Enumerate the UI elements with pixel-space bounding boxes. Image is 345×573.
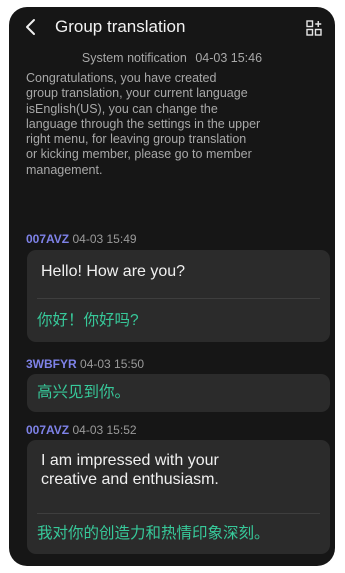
group-menu-icon[interactable]: [306, 20, 322, 36]
page-title: Group translation: [55, 17, 186, 36]
notice-line: group translation, your current language: [26, 86, 248, 101]
message-meta: 007AVZ 04-03 15:49: [26, 232, 137, 246]
notice-line: language through the settings in the upp…: [26, 116, 261, 131]
system-notification-time: 04-03 15:46: [195, 51, 263, 65]
message-time: 04-03 15:49: [72, 232, 137, 246]
notice-line: right menu, for leaving group translatio…: [26, 132, 247, 147]
message-time: 04-03 15:52: [72, 423, 137, 437]
system-notification-meta: System notification 04-03 15:46: [9, 51, 335, 65]
sender-name[interactable]: 007AVZ: [26, 423, 69, 437]
message-text: I am impressed with your creative and en…: [27, 440, 330, 513]
translation-text: 我对你的创造力和热情印象深刻。: [37, 525, 270, 542]
sender-name[interactable]: 3WBFYR: [26, 357, 77, 371]
top-bar: Group translation: [9, 7, 335, 47]
chevron-left-icon[interactable]: [23, 18, 41, 36]
translation-text: 你好！你好吗?: [37, 312, 139, 329]
system-notification-text: Congratulations, you have created group …: [26, 71, 326, 178]
notice-line: management.: [26, 162, 103, 177]
message-line: Hello! How are you?: [41, 263, 186, 280]
message-bubble[interactable]: I am impressed with your creative and en…: [27, 440, 330, 554]
sender-name[interactable]: 007AVZ: [26, 232, 69, 246]
translation-text: 高兴见到你。: [37, 384, 131, 401]
message-meta: 007AVZ 04-03 15:52: [26, 423, 137, 437]
system-notification-label: System notification: [81, 51, 187, 65]
notice-line: or kicking member, please go to member: [26, 147, 252, 162]
message-bubble[interactable]: Hello! How are you? 你好！你好吗?: [27, 250, 330, 342]
notice-line: isEnglish(US), you can change the: [26, 101, 218, 116]
message-text: Hello! How are you?: [27, 250, 330, 298]
notice-line: Congratulations, you have created: [26, 71, 217, 85]
chat-screen: Group translation System notification 04…: [9, 7, 335, 566]
message-time: 04-03 15:50: [80, 357, 145, 371]
message-meta: 3WBFYR 04-03 15:50: [26, 357, 144, 371]
message-bubble[interactable]: 高兴见到你。: [27, 374, 330, 412]
message-line: I am impressed with your: [41, 452, 219, 469]
message-line: creative and enthusiasm.: [41, 471, 219, 488]
